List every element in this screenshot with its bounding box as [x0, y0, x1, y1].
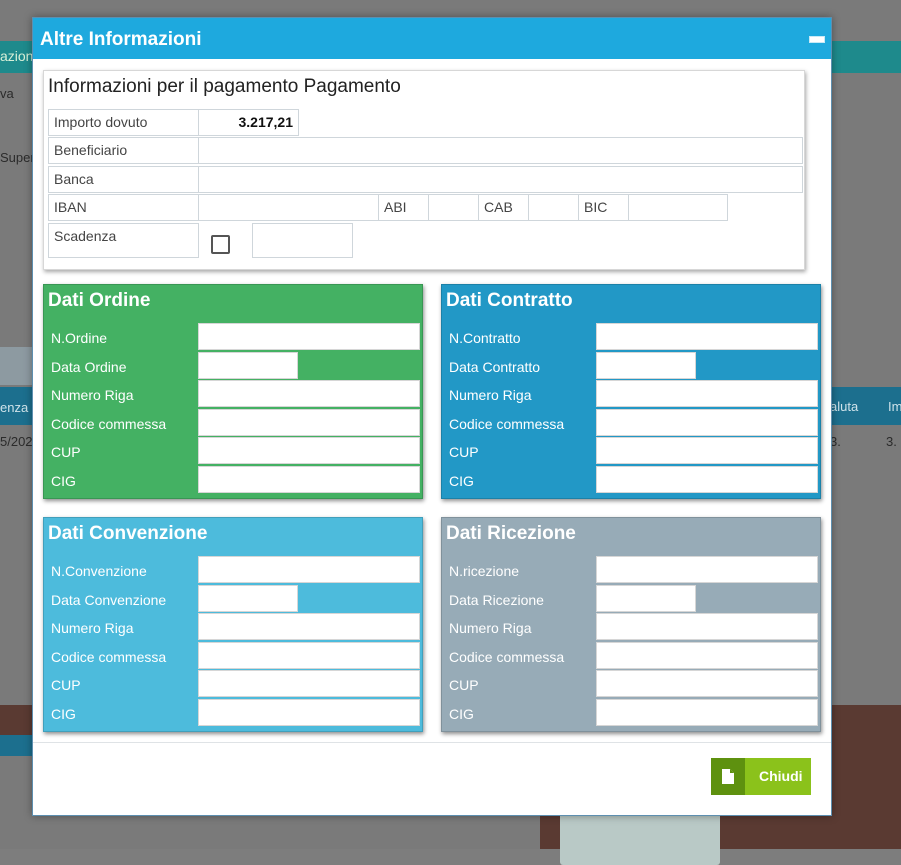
payment-info-box: Informazioni per il pagamento Pagamento … — [43, 70, 805, 270]
input-codice-commessa[interactable] — [596, 409, 818, 436]
label-codice-commessa: Codice commessa — [449, 649, 565, 665]
minimize-icon[interactable] — [809, 36, 825, 43]
col-right-2: Im — [888, 399, 901, 414]
input-numero-riga[interactable] — [198, 613, 420, 640]
panel-title-contratto: Dati Contratto — [446, 290, 573, 311]
input-cig[interactable] — [198, 466, 420, 493]
abi-field[interactable] — [428, 194, 479, 221]
label-n-contratto: N.Contratto — [449, 330, 521, 346]
input-cup[interactable] — [198, 437, 420, 464]
dialog-title: Altre Informazioni — [40, 29, 202, 50]
input-data-convenzione[interactable] — [198, 585, 298, 612]
label-cig: CIG — [449, 706, 474, 722]
col-left-fragment: enza — [0, 400, 29, 415]
input-data-ordine[interactable] — [198, 352, 298, 379]
input-n-ricezione[interactable] — [596, 556, 818, 583]
label-numero-riga: Numero Riga — [449, 620, 532, 636]
label-numero-riga: Numero Riga — [51, 620, 134, 636]
input-data-contratto[interactable] — [596, 352, 696, 379]
label-n-ricezione: N.ricezione — [449, 563, 520, 579]
amount-label: Importo dovuto — [48, 109, 199, 136]
document-icon — [711, 758, 745, 795]
label-data-convenzione: Data Convenzione — [51, 592, 167, 608]
input-cup[interactable] — [596, 670, 818, 697]
label-cup: CUP — [51, 444, 81, 460]
iban-label: IBAN — [48, 194, 199, 221]
panel-title-ricezione: Dati Ricezione — [446, 523, 576, 544]
label-data-contratto: Data Contratto — [449, 359, 541, 375]
input-n-convenzione[interactable] — [198, 556, 420, 583]
cab-label: CAB — [478, 194, 529, 221]
panel-dati-contratto: Dati Contratto N.Contratto Data Contratt… — [441, 284, 821, 499]
cab-field[interactable] — [528, 194, 579, 221]
bg-tab-strip — [0, 347, 34, 385]
dialog-title-bar[interactable]: Altre Informazioni — [33, 18, 831, 59]
beneficiary-label: Beneficiario — [48, 137, 199, 164]
footer-divider — [33, 742, 831, 743]
input-codice-commessa[interactable] — [198, 642, 420, 669]
close-button[interactable]: Chiudi — [711, 758, 811, 795]
val-right-2: 3. — [886, 434, 897, 449]
label-data-ordine: Data Ordine — [51, 359, 127, 375]
label-cig: CIG — [449, 473, 474, 489]
label-n-ordine: N.Ordine — [51, 330, 108, 346]
label-data-ricezione: Data Ricezione — [449, 592, 544, 608]
toolbar-fragment: va — [0, 86, 14, 101]
beneficiary-field[interactable] — [198, 137, 803, 164]
label-numero-riga: Numero Riga — [449, 387, 532, 403]
amount-value: 3.217,21 — [198, 109, 299, 136]
altre-informazioni-dialog: Altre Informazioni Informazioni per il p… — [32, 17, 832, 816]
due-date-field[interactable] — [252, 223, 353, 258]
due-date-checkbox[interactable] — [211, 235, 230, 254]
payment-title: Informazioni per il pagamento Pagamento — [48, 76, 401, 97]
input-n-contratto[interactable] — [596, 323, 818, 350]
label-codice-commessa: Codice commessa — [51, 649, 167, 665]
col-right-1: aluta — [830, 399, 859, 414]
bank-label: Banca — [48, 166, 199, 193]
input-cig[interactable] — [596, 699, 818, 726]
input-numero-riga[interactable] — [596, 613, 818, 640]
close-button-label: Chiudi — [759, 768, 803, 784]
input-cig[interactable] — [198, 699, 420, 726]
input-cup[interactable] — [198, 670, 420, 697]
bic-field[interactable] — [628, 194, 728, 221]
label-cup: CUP — [51, 677, 81, 693]
input-cup[interactable] — [596, 437, 818, 464]
panel-dati-ordine: Dati Ordine N.Ordine Data Ordine Numero … — [43, 284, 423, 499]
label-cup: CUP — [449, 444, 479, 460]
label-cup: CUP — [449, 677, 479, 693]
input-numero-riga[interactable] — [596, 380, 818, 407]
bg-table-header-right: aluta Im — [830, 387, 901, 425]
input-data-ricezione[interactable] — [596, 585, 696, 612]
label-n-convenzione: N.Convenzione — [51, 563, 147, 579]
panel-dati-ricezione: Dati Ricezione N.ricezione Data Ricezion… — [441, 517, 821, 732]
label-codice-commessa: Codice commessa — [51, 416, 167, 432]
input-codice-commessa[interactable] — [596, 642, 818, 669]
label-codice-commessa: Codice commessa — [449, 416, 565, 432]
abi-label: ABI — [378, 194, 429, 221]
due-date-label: Scadenza — [48, 223, 199, 258]
bank-field[interactable] — [198, 166, 803, 193]
iban-field[interactable] — [198, 194, 379, 221]
panel-dati-convenzione: Dati Convenzione N.Convenzione Data Conv… — [43, 517, 423, 732]
app-tab-fragment: azion — [0, 48, 34, 64]
input-codice-commessa[interactable] — [198, 409, 420, 436]
input-n-ordine[interactable] — [198, 323, 420, 350]
panel-title-convenzione: Dati Convenzione — [48, 523, 208, 544]
input-numero-riga[interactable] — [198, 380, 420, 407]
label-numero-riga: Numero Riga — [51, 387, 134, 403]
label-cig: CIG — [51, 473, 76, 489]
date-fragment: 5/202 — [0, 434, 33, 449]
bic-label: BIC — [578, 194, 629, 221]
bg-photo-left — [0, 705, 34, 735]
panel-title-ordine: Dati Ordine — [48, 290, 151, 311]
input-cig[interactable] — [596, 466, 818, 493]
label-cig: CIG — [51, 706, 76, 722]
